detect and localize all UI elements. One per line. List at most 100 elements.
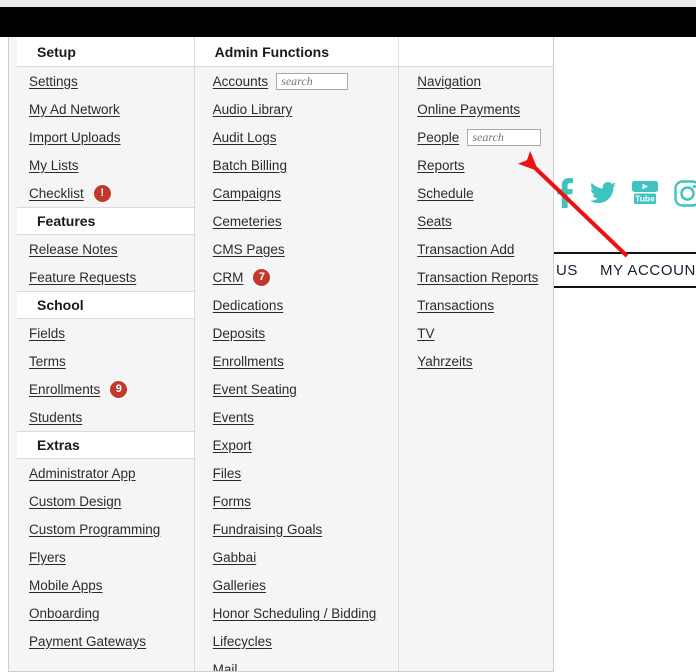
menu-item-link[interactable]: Honor Scheduling / Bidding: [213, 606, 377, 621]
menu-item-link[interactable]: Payment Gateways: [29, 634, 146, 649]
menu-item[interactable]: Lifecycles: [195, 627, 399, 655]
menu-item-link[interactable]: Seats: [417, 214, 452, 229]
menu-item[interactable]: Galleries: [195, 571, 399, 599]
menu-item[interactable]: Transaction Reports: [399, 263, 553, 291]
menu-item[interactable]: Events: [195, 403, 399, 431]
menu-item[interactable]: Transaction Add: [399, 235, 553, 263]
menu-item[interactable]: Campaigns: [195, 179, 399, 207]
menu-item[interactable]: Deposits: [195, 319, 399, 347]
menu-item[interactable]: Checklist!: [9, 179, 194, 207]
menu-item-link[interactable]: Terms: [29, 354, 66, 369]
menu-item-link[interactable]: Onboarding: [29, 606, 100, 621]
menu-item-link[interactable]: Campaigns: [213, 186, 281, 201]
menu-item[interactable]: Terms: [9, 347, 194, 375]
menu-item[interactable]: CMS Pages: [195, 235, 399, 263]
menu-item-link[interactable]: Feature Requests: [29, 270, 136, 285]
menu-item-link[interactable]: Flyers: [29, 550, 66, 565]
menu-item-link[interactable]: Administrator App: [29, 466, 136, 481]
menu-item[interactable]: Seats: [399, 207, 553, 235]
menu-item-link[interactable]: Navigation: [417, 74, 481, 89]
menu-item-link[interactable]: Reports: [417, 158, 464, 173]
menu-item[interactable]: Fundraising Goals: [195, 515, 399, 543]
menu-item-link[interactable]: Import Uploads: [29, 130, 121, 145]
search-input[interactable]: [276, 72, 349, 90]
menu-item-link[interactable]: Export: [213, 438, 252, 453]
menu-item-link[interactable]: CRM: [213, 270, 244, 285]
menu-item[interactable]: Custom Programming: [9, 515, 194, 543]
menu-item[interactable]: Onboarding: [9, 599, 194, 627]
menu-item[interactable]: Honor Scheduling / Bidding: [195, 599, 399, 627]
menu-item-link[interactable]: Gabbai: [213, 550, 257, 565]
menu-item-link[interactable]: Enrollments: [29, 382, 100, 397]
menu-item[interactable]: Files: [195, 459, 399, 487]
menu-item-link[interactable]: Settings: [29, 74, 78, 89]
menu-item-link[interactable]: Events: [213, 410, 254, 425]
menu-item-link[interactable]: Audit Logs: [213, 130, 277, 145]
facebook-icon[interactable]: [556, 178, 574, 213]
menu-item[interactable]: My Ad Network: [9, 95, 194, 123]
menu-item[interactable]: Batch Billing: [195, 151, 399, 179]
menu-item-link[interactable]: People: [417, 130, 459, 145]
menu-item-link[interactable]: Yahrzeits: [417, 354, 472, 369]
menu-item-link[interactable]: Mobile Apps: [29, 578, 103, 593]
menu-item-link[interactable]: Forms: [213, 494, 251, 509]
menu-item[interactable]: Enrollments 9: [9, 375, 194, 403]
menu-item[interactable]: Dedications: [195, 291, 399, 319]
menu-item[interactable]: CRM 7: [195, 263, 399, 291]
menu-item[interactable]: Payment Gateways: [9, 627, 194, 655]
menu-item[interactable]: Reports: [399, 151, 553, 179]
menu-item-link[interactable]: Online Payments: [417, 102, 520, 117]
menu-item[interactable]: Export: [195, 431, 399, 459]
twitter-icon[interactable]: [590, 181, 616, 210]
menu-item-link[interactable]: Galleries: [213, 578, 266, 593]
menu-item[interactable]: Transactions: [399, 291, 553, 319]
menu-item[interactable]: Mobile Apps: [9, 571, 194, 599]
menu-item-link[interactable]: Cemeteries: [213, 214, 282, 229]
menu-item[interactable]: Settings: [9, 67, 194, 95]
menu-item[interactable]: Mail: [195, 655, 399, 672]
menu-item[interactable]: My Lists: [9, 151, 194, 179]
menu-item[interactable]: Flyers: [9, 543, 194, 571]
menu-item[interactable]: Import Uploads: [9, 123, 194, 151]
menu-item-link[interactable]: My Ad Network: [29, 102, 120, 117]
menu-item[interactable]: Yahrzeits: [399, 347, 553, 375]
menu-item-link[interactable]: Lifecycles: [213, 634, 272, 649]
menu-item-link[interactable]: Transaction Add: [417, 242, 514, 257]
menu-item[interactable]: Accounts: [195, 67, 399, 95]
menu-item[interactable]: Custom Design: [9, 487, 194, 515]
menu-item-link[interactable]: Checklist: [29, 186, 84, 201]
menu-item[interactable]: Gabbai: [195, 543, 399, 571]
menu-item[interactable]: Navigation: [399, 67, 553, 95]
menu-item[interactable]: Audit Logs: [195, 123, 399, 151]
menu-item[interactable]: Students: [9, 403, 194, 431]
site-nav-item-my-account[interactable]: MY ACCOUNT: [600, 262, 696, 279]
menu-item[interactable]: Fields: [9, 319, 194, 347]
menu-item-link[interactable]: Fundraising Goals: [213, 522, 323, 537]
menu-item[interactable]: Release Notes: [9, 235, 194, 263]
menu-item[interactable]: TV: [399, 319, 553, 347]
menu-item[interactable]: Forms: [195, 487, 399, 515]
menu-item-link[interactable]: Batch Billing: [213, 158, 287, 173]
menu-item-link[interactable]: Transaction Reports: [417, 270, 538, 285]
menu-item-link[interactable]: TV: [417, 326, 434, 341]
menu-item[interactable]: Enrollments: [195, 347, 399, 375]
menu-item[interactable]: Schedule: [399, 179, 553, 207]
menu-item-link[interactable]: Files: [213, 466, 242, 481]
menu-item[interactable]: Feature Requests: [9, 263, 194, 291]
menu-item-link[interactable]: My Lists: [29, 158, 79, 173]
menu-item-link[interactable]: Students: [29, 410, 82, 425]
instagram-icon[interactable]: [674, 179, 696, 212]
menu-item-link[interactable]: Custom Programming: [29, 522, 160, 537]
menu-item[interactable]: Event Seating: [195, 375, 399, 403]
menu-item-link[interactable]: Enrollments: [213, 354, 284, 369]
menu-item-link[interactable]: Event Seating: [213, 382, 297, 397]
menu-item-link[interactable]: Transactions: [417, 298, 494, 313]
menu-item-link[interactable]: Release Notes: [29, 242, 118, 257]
menu-item[interactable]: People: [399, 123, 553, 151]
menu-item-link[interactable]: Mail: [213, 662, 238, 672]
menu-item-link[interactable]: Dedications: [213, 298, 284, 313]
menu-item-link[interactable]: Audio Library: [213, 102, 293, 117]
menu-item-link[interactable]: Custom Design: [29, 494, 121, 509]
menu-item-link[interactable]: Deposits: [213, 326, 266, 341]
menu-item[interactable]: Cemeteries: [195, 207, 399, 235]
